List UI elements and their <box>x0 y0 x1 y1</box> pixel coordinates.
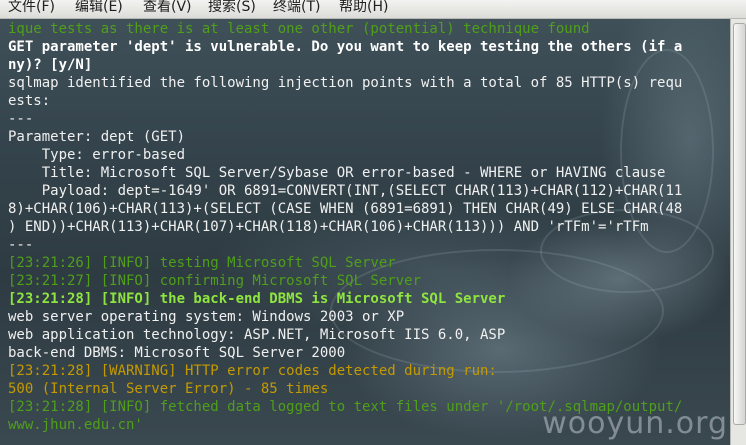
menu-bar: 文件(F) 编辑(E) 查看(V) 搜索(S) 终端(T) 帮助(H) <box>0 0 746 19</box>
terminal-line: 8)+CHAR(106)+CHAR(113)+(SELECT (CASE WHE… <box>8 201 683 217</box>
terminal-line: ique tests as there is at least one othe… <box>8 21 590 37</box>
terminal-line: sqlmap identified the following injectio… <box>8 75 683 91</box>
menu-edit[interactable]: 编辑(E) <box>75 0 123 17</box>
terminal-line: --- <box>8 111 34 127</box>
terminal-line: Payload: dept=-1649' OR 6891=CONVERT(INT… <box>8 183 683 199</box>
terminal-line: GET parameter 'dept' is vulnerable. Do y… <box>8 39 683 55</box>
terminal-line: back-end DBMS: Microsoft SQL Server 2000 <box>8 345 346 361</box>
terminal-line: ny)? [y/N] <box>8 57 93 73</box>
terminal-line: Type: error-based <box>8 147 186 163</box>
terminal-line: [23:21:28] [INFO] the back-end DBMS is M… <box>8 291 506 307</box>
terminal-line: [23:21:27] [INFO] confirming Microsoft S… <box>8 273 422 289</box>
terminal-line: Parameter: dept (GET) <box>8 129 186 145</box>
watermark-text: wooyun.org <box>542 406 728 441</box>
terminal-line: --- <box>8 237 34 253</box>
terminal-line: 500 (Internal Server Error) - 85 times <box>8 381 329 397</box>
terminal-line: web server operating system: Windows 200… <box>8 309 405 325</box>
menu-file[interactable]: 文件(F) <box>8 0 55 17</box>
terminal-line: ests: <box>8 93 51 109</box>
terminal-line: Title: Microsoft SQL Server/Sybase OR er… <box>8 165 666 181</box>
terminal-line: web application technology: ASP.NET, Mic… <box>8 327 506 343</box>
menu-view[interactable]: 查看(V) <box>143 0 192 17</box>
terminal-line: [23:21:28] [WARNING] HTTP error codes de… <box>8 363 497 379</box>
terminal-lines: ique tests as there is at least one othe… <box>8 20 682 434</box>
menu-terminal[interactable]: 终端(T) <box>273 0 320 17</box>
scrollbar-thumb[interactable] <box>733 23 746 425</box>
terminal-line: [23:21:26] [INFO] testing Microsoft SQL … <box>8 255 396 271</box>
vertical-scrollbar[interactable] <box>730 19 746 445</box>
menu-help[interactable]: 帮助(H) <box>339 0 388 17</box>
menu-search[interactable]: 搜索(S) <box>208 0 256 17</box>
terminal-line: ) END))+CHAR(113)+CHAR(107)+CHAR(118)+CH… <box>8 219 649 235</box>
terminal-window: 文件(F) 编辑(E) 查看(V) 搜索(S) 终端(T) 帮助(H) ique… <box>0 0 746 445</box>
terminal-output-area[interactable]: ique tests as there is at least one othe… <box>0 19 730 445</box>
